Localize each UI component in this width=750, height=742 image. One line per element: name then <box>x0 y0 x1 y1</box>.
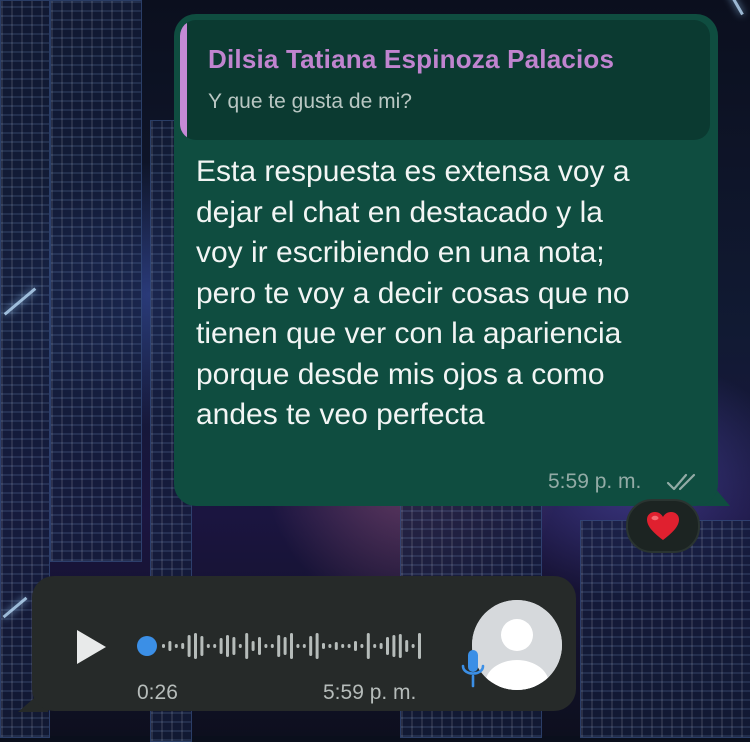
playback-position-dot <box>137 636 157 656</box>
waveform-bar <box>354 641 357 651</box>
message-line: voy ir escribiendo en una nota; <box>196 236 605 269</box>
waveform-bar <box>290 633 293 659</box>
wallpaper-building <box>50 0 142 562</box>
waveform-bar <box>334 642 338 650</box>
message-line: pero te voy a decir cosas que no <box>196 276 630 310</box>
waveform-bar <box>277 635 281 657</box>
voice-waveform[interactable] <box>136 628 436 664</box>
waveform-bar <box>341 644 345 648</box>
double-check-icon <box>666 473 696 491</box>
red-heart-icon <box>647 512 679 540</box>
message-line: andes te veo perfecta <box>196 398 485 431</box>
message-timestamp: 5:59 p. m. <box>548 470 642 493</box>
waveform-bar <box>251 641 255 651</box>
waveform-bar <box>328 644 332 648</box>
waveform-bar <box>232 637 236 655</box>
waveform-bar <box>418 633 421 659</box>
waveform-bar <box>258 637 261 655</box>
waveform-bar <box>322 643 325 649</box>
waveform-bar <box>398 634 402 658</box>
message-line: Esta respuesta es extensa voy a <box>196 155 630 188</box>
waveform-bar <box>168 641 172 651</box>
waveform-bar <box>213 644 217 648</box>
waveform-bar <box>379 643 383 649</box>
waveform-bar <box>219 638 223 654</box>
quote-accent-bar <box>180 20 187 140</box>
waveform-bar <box>411 644 415 648</box>
message-reaction[interactable] <box>626 499 700 553</box>
waveform-bar <box>270 644 274 648</box>
waveform-bar <box>315 633 319 659</box>
waveform-bar <box>245 633 249 659</box>
waveform-bar <box>238 644 242 648</box>
waveform-bar <box>206 644 210 648</box>
waveform-bar <box>405 640 409 652</box>
waveform-bar <box>200 636 204 656</box>
message-text: Esta respuesta es extensa voy a dejar el… <box>196 152 706 436</box>
waveform-bar <box>392 635 396 657</box>
waveform-bar <box>373 644 377 648</box>
microphone-icon <box>461 650 485 688</box>
waveform-bar <box>302 644 306 648</box>
voice-duration: 0:26 <box>137 681 178 704</box>
waveform-bar <box>187 635 191 657</box>
waveform-bar <box>309 636 313 656</box>
waveform-bar <box>181 643 185 649</box>
message-line: dejar el chat en destacado y la <box>196 195 603 229</box>
message-line: porque desde mis ojos a como <box>196 357 605 391</box>
waveform-bar <box>226 635 229 657</box>
waveform-bar <box>194 633 197 659</box>
waveform-bar <box>264 644 268 648</box>
waveform-bar <box>347 644 351 648</box>
waveform-bar <box>366 633 370 659</box>
voice-timestamp: 5:59 p. m. <box>323 681 417 704</box>
wallpaper-neon <box>726 0 744 16</box>
waveform-bar <box>283 637 287 655</box>
quoted-author: Dilsia Tatiana Espinoza Palacios <box>208 44 615 74</box>
message-line: tienen que ver con la apariencia <box>196 317 622 350</box>
waveform-bar <box>296 644 300 648</box>
quoted-text: Y que te gusta de mi? <box>208 90 412 113</box>
waveform-bar <box>386 637 389 655</box>
waveform-bar <box>360 644 364 648</box>
quoted-message[interactable]: Dilsia Tatiana Espinoza Palacios Y que t… <box>180 20 710 140</box>
waveform-bar <box>162 644 165 648</box>
waveform-bar <box>174 644 178 648</box>
play-icon[interactable] <box>74 628 108 666</box>
